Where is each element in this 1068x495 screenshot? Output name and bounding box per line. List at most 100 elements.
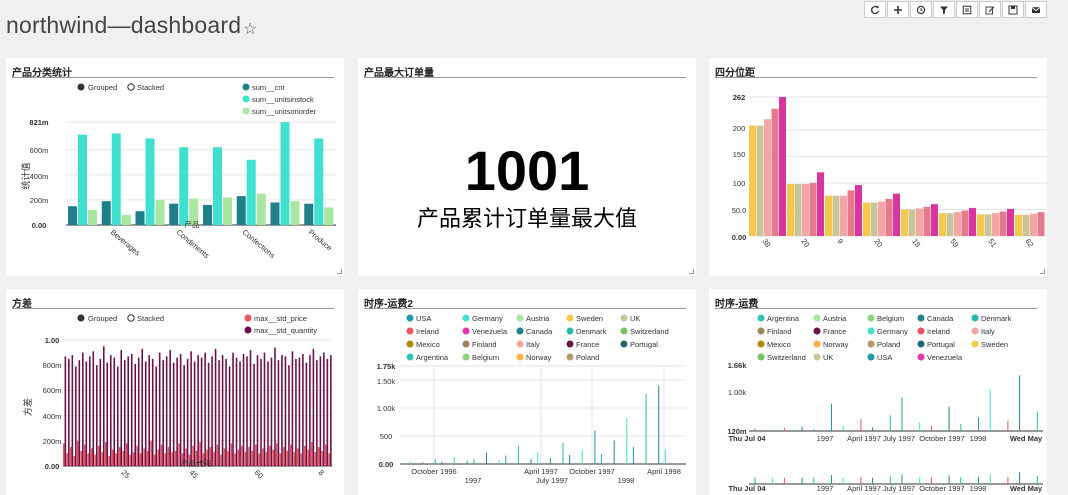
y-tick: 400m xyxy=(43,412,62,421)
refresh-icon[interactable] xyxy=(864,1,886,18)
bar-max__std_price xyxy=(321,450,324,466)
legend-dot-max-std-quantity[interactable] xyxy=(244,326,252,334)
y-tick: 0.00 xyxy=(32,221,47,230)
grouped-radio[interactable] xyxy=(77,83,85,91)
x-tick: 1998 xyxy=(618,476,635,485)
save-icon[interactable] xyxy=(1002,1,1024,18)
bar-max__std_quantity xyxy=(92,351,95,466)
bar-max__std_price xyxy=(258,453,261,466)
y-tick: 200m xyxy=(43,437,62,446)
bar-max__std_price xyxy=(213,452,215,466)
bar-max__std_quantity xyxy=(228,366,231,466)
x-tick: 9 xyxy=(835,237,845,246)
legend-dot-sum-unitsinstock[interactable] xyxy=(242,95,250,103)
bar-max__std_price xyxy=(111,449,114,466)
legend-dot-sum-cnt[interactable] xyxy=(242,83,250,91)
bar-max__std_quantity xyxy=(137,357,140,466)
bar-s4 xyxy=(923,206,931,236)
bar-max__std_quantity xyxy=(246,356,248,466)
email-icon[interactable] xyxy=(1025,1,1047,18)
x-tick: July 1997 xyxy=(883,484,915,493)
bar-max__std_price xyxy=(146,450,149,466)
panel-timeseries: 时序-运费 Argentina Austria Belgium Canada Denma… xyxy=(709,289,1047,495)
legend-label-italy: Italy xyxy=(981,327,995,336)
legend-label-france: France xyxy=(823,327,846,336)
y-tick: 400m xyxy=(30,172,49,181)
bar-max__std_quantity xyxy=(169,350,171,466)
y-tick: 100 xyxy=(733,179,746,188)
bar-sum__unitsonorder xyxy=(324,207,334,225)
bar-s3 xyxy=(802,184,809,236)
bar-max__std_price xyxy=(276,443,278,466)
grouped-radio[interactable] xyxy=(77,314,85,322)
resize-handle[interactable] xyxy=(337,269,342,274)
stacked-radio[interactable] xyxy=(127,83,135,91)
x-tick: October 1997 xyxy=(569,467,614,476)
bar-max__std_quantity xyxy=(284,356,287,466)
resize-handle[interactable] xyxy=(689,269,694,274)
filter-icon[interactable] xyxy=(933,1,955,18)
bar-max__std_quantity xyxy=(141,348,144,466)
bar-s4 xyxy=(847,190,855,236)
legend-dot-usa xyxy=(406,314,414,322)
x-tick: 25 xyxy=(120,468,132,480)
bar-s3 xyxy=(840,195,847,236)
bar-max__std_price xyxy=(304,445,306,466)
css-icon[interactable] xyxy=(956,1,978,18)
stacked-radio[interactable] xyxy=(127,314,135,322)
y-tick: 200m xyxy=(30,196,49,205)
big-number-value: 1001 xyxy=(464,139,590,202)
legend-label-denmark: Denmark xyxy=(981,314,1012,323)
bar-s3 xyxy=(916,208,923,236)
y-tick: 800m xyxy=(43,361,62,370)
bar-sum__unitsinstock xyxy=(213,147,222,225)
bar-max__std_quantity xyxy=(235,357,238,466)
bar-sum__unitsinstock xyxy=(246,159,256,225)
legend-dot-uk xyxy=(620,314,628,322)
bar-max__std_price xyxy=(108,455,110,466)
y-tick: 50.0 xyxy=(732,206,747,215)
bar-max__std_quantity xyxy=(221,355,224,466)
legend-dot-sweden xyxy=(971,340,979,348)
bar-max__std_price xyxy=(237,449,240,466)
bar-max__std_quantity xyxy=(190,351,192,466)
bar-max__std_quantity xyxy=(323,352,325,466)
x-tick: 8 xyxy=(317,468,326,477)
legend-dot-sweden xyxy=(566,314,574,322)
bar-max__std_price xyxy=(220,454,222,466)
bar-max__std_quantity xyxy=(186,358,189,466)
x-tick: April 1997 xyxy=(847,434,881,443)
legend-dot-belgium xyxy=(867,314,875,322)
bar-max__std_price xyxy=(279,453,282,466)
legend-dot-max-std-price[interactable] xyxy=(244,314,252,322)
legend-dot-finland xyxy=(757,327,765,335)
x-tick: Thu Jul 04 xyxy=(728,484,766,493)
bar-max__std_quantity xyxy=(319,356,322,466)
legend-label-belgium: Belgium xyxy=(472,353,499,362)
big-number-subtitle: 产品累计订单量最大值 xyxy=(416,207,637,232)
legend-label-austria: Austria xyxy=(823,314,847,323)
bar-max__std_price xyxy=(104,442,107,466)
legend-dot-argentina xyxy=(406,353,414,361)
bar-sum__unitsinstock xyxy=(179,147,189,225)
bar-max__std_price xyxy=(122,450,124,466)
bar-max__std_quantity xyxy=(239,361,241,466)
legend-label-canada: Canada xyxy=(526,327,553,336)
bar-max__std_quantity xyxy=(155,366,157,466)
edit-icon[interactable] xyxy=(979,1,1001,18)
bar-max__std_price xyxy=(129,454,131,466)
history-icon[interactable] xyxy=(910,1,932,18)
favorite-star-icon[interactable]: ☆ xyxy=(243,19,257,39)
add-icon[interactable] xyxy=(887,1,909,18)
variance-chart: Grouped Stacked max__std_price max__std_… xyxy=(22,314,332,480)
legend-dot-sum-unitsonorder[interactable] xyxy=(242,107,250,115)
legend-label-portugal: Portugal xyxy=(927,340,955,349)
bar-max__std_price xyxy=(136,445,138,466)
resize-handle[interactable] xyxy=(1040,269,1045,274)
legend-dot-portugal xyxy=(620,340,628,348)
bar-sum__cnt xyxy=(236,196,246,225)
y-tick: 1.66k xyxy=(728,361,748,370)
x-tick: 59 xyxy=(948,237,960,249)
legend-dot-venezuela xyxy=(917,353,925,361)
bar-max__std_quantity xyxy=(288,365,290,466)
